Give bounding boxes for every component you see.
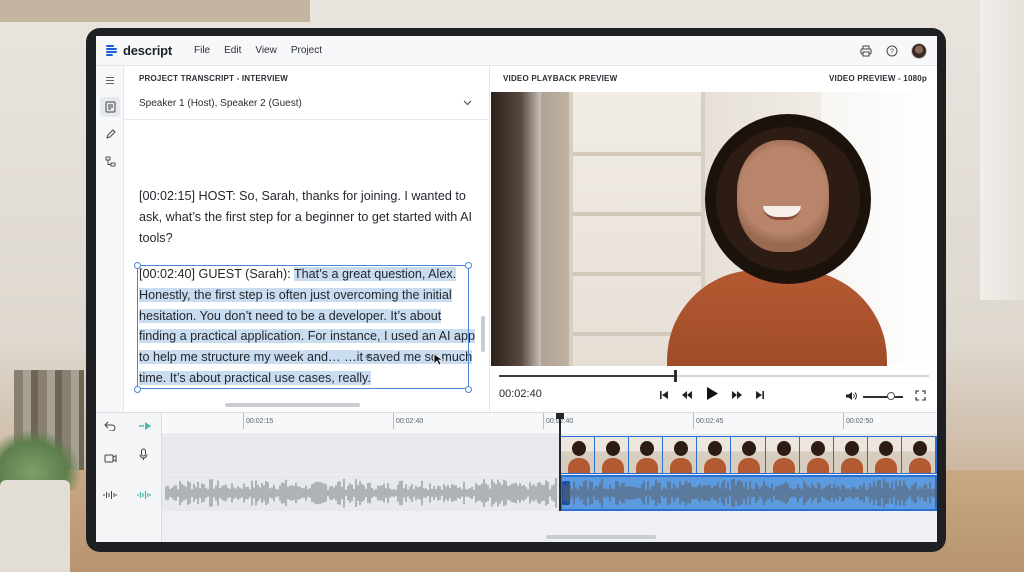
undo-icon[interactable] bbox=[104, 418, 116, 436]
ruler-tick: 00:02:50 bbox=[842, 413, 874, 429]
volume-icon[interactable] bbox=[845, 388, 857, 406]
scrubber-knob[interactable] bbox=[674, 370, 678, 382]
pencil-icon[interactable] bbox=[100, 124, 120, 144]
speaker-select-value: Speaker 1 (Host), Speaker 2 (Guest) bbox=[139, 98, 302, 109]
descript-logo-icon bbox=[106, 44, 118, 57]
clip-thumbnail bbox=[629, 437, 663, 473]
ruler-tick: 00:02:15 bbox=[242, 413, 274, 429]
transcript-icon[interactable] bbox=[100, 97, 120, 117]
svg-text:?: ? bbox=[890, 48, 894, 55]
ruler-tick: 00:02:40 bbox=[392, 413, 424, 429]
clip-thumbnail bbox=[799, 437, 833, 473]
timeline-ruler[interactable]: 00:02:15 00:02:40 00:02:40 00:02:45 00:0… bbox=[162, 413, 937, 435]
video-clip[interactable] bbox=[560, 436, 937, 474]
clip-thumbnail bbox=[867, 437, 901, 473]
user-avatar[interactable] bbox=[911, 42, 927, 59]
clip-thumbnail bbox=[663, 437, 697, 473]
mouse-pointer-icon bbox=[433, 353, 445, 371]
transcript-paragraph-host[interactable]: [00:02:15] HOST: So, Sarah, thanks for j… bbox=[139, 186, 477, 248]
volume-slider[interactable] bbox=[863, 392, 903, 400]
left-rail bbox=[96, 66, 124, 412]
guest-timestamp-speaker: [00:02:40] GUEST (Sarah): bbox=[139, 267, 294, 281]
transport-controls bbox=[659, 386, 765, 406]
speaker-select[interactable]: Speaker 1 (Host), Speaker 2 (Guest) bbox=[125, 88, 490, 120]
selection-handle-br[interactable] bbox=[465, 386, 472, 393]
rewind-icon[interactable] bbox=[681, 387, 693, 405]
clip-thumbnail bbox=[595, 437, 629, 473]
printer-icon[interactable] bbox=[859, 44, 873, 58]
clip-thumbnail bbox=[561, 437, 595, 473]
plant-pot bbox=[0, 480, 70, 572]
menu-icon[interactable] bbox=[100, 70, 120, 90]
menu-edit[interactable]: Edit bbox=[224, 45, 241, 56]
guest-face bbox=[737, 140, 829, 252]
app-logo[interactable]: descript bbox=[106, 43, 172, 58]
host-silhouette bbox=[491, 92, 541, 366]
clip-thumbnail bbox=[833, 437, 867, 473]
preview-quality: VIDEO PREVIEW - 1080p bbox=[828, 74, 927, 83]
camera-icon[interactable] bbox=[104, 450, 117, 468]
video-preview-panel: VIDEO PLAYBACK PREVIEW VIDEO PREVIEW - 1… bbox=[491, 66, 937, 412]
play-icon[interactable] bbox=[705, 386, 719, 406]
transcript-title: PROJECT TRANSCRIPT - INTERVIEW bbox=[139, 74, 288, 83]
selection-handle-bl[interactable] bbox=[134, 386, 141, 393]
scenes-icon[interactable] bbox=[100, 151, 120, 171]
clip-thumbnail bbox=[765, 437, 799, 473]
clip-thumbnail bbox=[901, 437, 936, 473]
menu: File Edit View Project bbox=[194, 45, 322, 56]
selection-handle-tr[interactable] bbox=[465, 262, 472, 269]
timeline-playhead[interactable] bbox=[556, 413, 564, 511]
menu-right: ? bbox=[859, 42, 927, 59]
menu-file[interactable]: File bbox=[194, 45, 210, 56]
selection-handle-tl[interactable] bbox=[134, 262, 141, 269]
volume-slider-knob[interactable] bbox=[887, 392, 895, 400]
microphone-icon[interactable] bbox=[139, 448, 148, 466]
audio-waveform-selected bbox=[563, 478, 937, 508]
chevron-down-icon bbox=[463, 98, 472, 109]
fast-forward-icon[interactable] bbox=[731, 387, 743, 405]
menu-view[interactable]: View bbox=[255, 45, 277, 56]
help-icon[interactable]: ? bbox=[885, 44, 899, 58]
clip-thumbnail bbox=[697, 437, 731, 473]
transcript-paragraph-guest[interactable]: [00:02:40] GUEST (Sarah): That’s a great… bbox=[139, 264, 477, 389]
audio-track-active-icon[interactable] bbox=[137, 487, 151, 505]
video-frame[interactable] bbox=[491, 92, 937, 366]
wall-shelf bbox=[0, 0, 310, 22]
fullscreen-icon[interactable] bbox=[915, 388, 926, 406]
window-light bbox=[980, 0, 1024, 300]
ruler-tick: 00:02:45 bbox=[692, 413, 724, 429]
transcript-horizontal-scrollbar[interactable] bbox=[225, 403, 360, 407]
current-timecode: 00:02:40 bbox=[499, 388, 542, 400]
audio-track[interactable] bbox=[162, 475, 937, 511]
video-track[interactable] bbox=[162, 436, 937, 474]
waveform-icon bbox=[103, 487, 117, 505]
playback-scrubber[interactable] bbox=[499, 370, 929, 382]
scrubber-progress bbox=[499, 375, 676, 377]
menu-bar: descript File Edit View Project ? bbox=[96, 36, 937, 66]
volume-control bbox=[845, 388, 903, 406]
transcript-vertical-scrollbar[interactable] bbox=[481, 316, 485, 352]
clip-thumbnail bbox=[731, 437, 765, 473]
skip-to-start-icon[interactable] bbox=[659, 387, 669, 405]
preview-title: VIDEO PLAYBACK PREVIEW bbox=[503, 74, 618, 83]
text-cursor-icon: ⁎ bbox=[365, 348, 371, 362]
transcript-panel: PROJECT TRANSCRIPT - INTERVIEW Speaker 1… bbox=[125, 66, 490, 412]
app-window: descript File Edit View Project ? PROJEC… bbox=[96, 36, 937, 542]
timeline: 00:02:15 00:02:40 00:02:40 00:02:45 00:0… bbox=[96, 412, 937, 542]
menu-project[interactable]: Project bbox=[291, 45, 322, 56]
timeline-track-headers bbox=[96, 413, 162, 542]
play-selection-icon[interactable] bbox=[138, 418, 152, 436]
timeline-scrollbar[interactable] bbox=[546, 535, 656, 539]
selected-text[interactable]: That’s a great question, Alex. Honestly,… bbox=[139, 267, 476, 385]
app-name: descript bbox=[123, 43, 172, 58]
skip-to-end-icon[interactable] bbox=[755, 387, 765, 405]
